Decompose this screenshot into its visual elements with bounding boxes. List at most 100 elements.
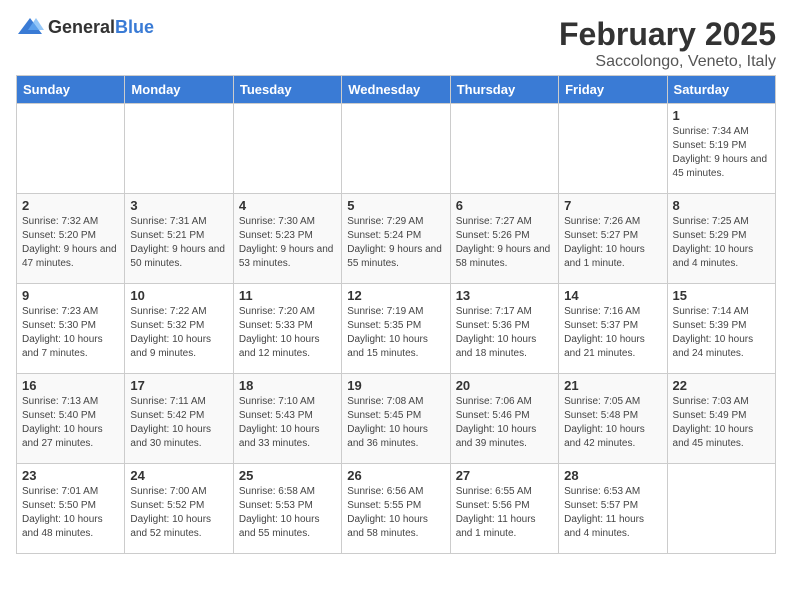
title-area: February 2025 Saccolongo, Veneto, Italy (559, 16, 776, 71)
day-info: Sunrise: 7:06 AM Sunset: 5:46 PM Dayligh… (456, 395, 553, 451)
calendar-cell: 27 Sunrise: 6:55 AM Sunset: 5:56 PM Dayli… (450, 464, 558, 554)
day-number: 22 (673, 378, 770, 393)
calendar-cell: 13 Sunrise: 7:17 AM Sunset: 5:36 PM Dayli… (450, 284, 558, 374)
day-number: 25 (239, 468, 336, 483)
calendar-cell: 1 Sunrise: 7:34 AM Sunset: 5:19 PM Daylig… (667, 104, 775, 194)
day-number: 11 (239, 288, 336, 303)
day-number: 5 (347, 198, 444, 213)
day-number: 7 (564, 198, 661, 213)
day-info: Sunrise: 7:29 AM Sunset: 5:24 PM Dayligh… (347, 215, 444, 271)
calendar-cell: 17 Sunrise: 7:11 AM Sunset: 5:42 PM Dayli… (125, 374, 233, 464)
calendar-table: SundayMondayTuesdayWednesdayThursdayFrid… (16, 75, 776, 554)
calendar-cell: 4Sunrise: 7:30 AM Sunset: 5:23 PM Daylig… (233, 194, 341, 284)
calendar-cell: 2 Sunrise: 7:32 AM Sunset: 5:20 PM Daylig… (17, 194, 125, 284)
day-info: Sunrise: 7:22 AM Sunset: 5:32 PM Dayligh… (130, 305, 227, 361)
calendar-header: SundayMondayTuesdayWednesdayThursdayFrid… (17, 76, 776, 104)
calendar-cell: 19 Sunrise: 7:08 AM Sunset: 5:45 PM Dayli… (342, 374, 450, 464)
calendar-cell: 10 Sunrise: 7:22 AM Sunset: 5:32 PM Dayli… (125, 284, 233, 374)
day-number: 2 (22, 198, 119, 213)
day-info: Sunrise: 7:13 AM Sunset: 5:40 PM Dayligh… (22, 395, 119, 451)
day-info: Sunrise: 7:23 AM Sunset: 5:30 PM Dayligh… (22, 305, 119, 361)
day-number: 3 (130, 198, 227, 213)
day-info: Sunrise: 7:14 AM Sunset: 5:39 PM Dayligh… (673, 305, 770, 361)
day-info: Sunrise: 7:25 AM Sunset: 5:29 PM Dayligh… (673, 215, 770, 271)
logo-general: General (48, 17, 115, 37)
day-number: 27 (456, 468, 553, 483)
day-number: 16 (22, 378, 119, 393)
calendar-cell: 28Sunrise: 6:53 AM Sunset: 5:57 PM Dayli… (559, 464, 667, 554)
day-number: 12 (347, 288, 444, 303)
logo-blue: Blue (115, 17, 154, 37)
week-row-1: 2 Sunrise: 7:32 AM Sunset: 5:20 PM Daylig… (17, 194, 776, 284)
calendar-cell: 18Sunrise: 7:10 AM Sunset: 5:43 PM Dayli… (233, 374, 341, 464)
calendar-cell: 6Sunrise: 7:27 AM Sunset: 5:26 PM Daylig… (450, 194, 558, 284)
calendar-cell: 7 Sunrise: 7:26 AM Sunset: 5:27 PM Daylig… (559, 194, 667, 284)
header-day-friday: Friday (559, 76, 667, 104)
day-info: Sunrise: 7:32 AM Sunset: 5:20 PM Dayligh… (22, 215, 119, 271)
calendar-cell: 20 Sunrise: 7:06 AM Sunset: 5:46 PM Dayli… (450, 374, 558, 464)
day-number: 17 (130, 378, 227, 393)
calendar-cell: 26Sunrise: 6:56 AM Sunset: 5:55 PM Dayli… (342, 464, 450, 554)
header-day-saturday: Saturday (667, 76, 775, 104)
calendar-cell: 14 Sunrise: 7:16 AM Sunset: 5:37 PM Dayli… (559, 284, 667, 374)
day-number: 4 (239, 198, 336, 213)
day-number: 13 (456, 288, 553, 303)
day-info: Sunrise: 7:08 AM Sunset: 5:45 PM Dayligh… (347, 395, 444, 451)
calendar-cell (125, 104, 233, 194)
day-number: 28 (564, 468, 661, 483)
day-number: 10 (130, 288, 227, 303)
logo-icon (16, 16, 44, 38)
calendar-cell (667, 464, 775, 554)
day-number: 9 (22, 288, 119, 303)
day-info: Sunrise: 7:11 AM Sunset: 5:42 PM Dayligh… (130, 395, 227, 451)
week-row-0: 1 Sunrise: 7:34 AM Sunset: 5:19 PM Daylig… (17, 104, 776, 194)
header-day-tuesday: Tuesday (233, 76, 341, 104)
week-row-2: 9 Sunrise: 7:23 AM Sunset: 5:30 PM Daylig… (17, 284, 776, 374)
week-row-4: 23Sunrise: 7:01 AM Sunset: 5:50 PM Dayli… (17, 464, 776, 554)
calendar-cell: 22 Sunrise: 7:03 AM Sunset: 5:49 PM Dayli… (667, 374, 775, 464)
calendar-cell (17, 104, 125, 194)
calendar-cell: 16 Sunrise: 7:13 AM Sunset: 5:40 PM Dayli… (17, 374, 125, 464)
day-number: 15 (673, 288, 770, 303)
calendar-cell: 24Sunrise: 7:00 AM Sunset: 5:52 PM Dayli… (125, 464, 233, 554)
day-number: 18 (239, 378, 336, 393)
day-number: 26 (347, 468, 444, 483)
calendar-title: February 2025 (559, 16, 776, 53)
header-day-thursday: Thursday (450, 76, 558, 104)
day-number: 20 (456, 378, 553, 393)
calendar-cell (233, 104, 341, 194)
day-number: 6 (456, 198, 553, 213)
calendar-cell: 8 Sunrise: 7:25 AM Sunset: 5:29 PM Daylig… (667, 194, 775, 284)
day-info: Sunrise: 7:16 AM Sunset: 5:37 PM Dayligh… (564, 305, 661, 361)
calendar-cell: 15 Sunrise: 7:14 AM Sunset: 5:39 PM Dayli… (667, 284, 775, 374)
calendar-cell: 12Sunrise: 7:19 AM Sunset: 5:35 PM Dayli… (342, 284, 450, 374)
day-info: Sunrise: 7:17 AM Sunset: 5:36 PM Dayligh… (456, 305, 553, 361)
day-info: Sunrise: 7:34 AM Sunset: 5:19 PM Dayligh… (673, 125, 770, 181)
calendar-cell: 23Sunrise: 7:01 AM Sunset: 5:50 PM Dayli… (17, 464, 125, 554)
day-number: 14 (564, 288, 661, 303)
logo-text: GeneralBlue (48, 17, 154, 38)
calendar-cell (450, 104, 558, 194)
calendar-cell: 11 Sunrise: 7:20 AM Sunset: 5:33 PM Dayli… (233, 284, 341, 374)
calendar-cell: 9 Sunrise: 7:23 AM Sunset: 5:30 PM Daylig… (17, 284, 125, 374)
day-info: Sunrise: 7:20 AM Sunset: 5:33 PM Dayligh… (239, 305, 336, 361)
logo: GeneralBlue (16, 16, 154, 38)
day-number: 1 (673, 108, 770, 123)
day-info: Sunrise: 7:26 AM Sunset: 5:27 PM Dayligh… (564, 215, 661, 271)
day-number: 21 (564, 378, 661, 393)
day-number: 8 (673, 198, 770, 213)
header-row: SundayMondayTuesdayWednesdayThursdayFrid… (17, 76, 776, 104)
day-info: Sunrise: 6:55 AM Sunset: 5:56 PM Dayligh… (456, 485, 553, 541)
header-day-sunday: Sunday (17, 76, 125, 104)
day-info: Sunrise: 7:03 AM Sunset: 5:49 PM Dayligh… (673, 395, 770, 451)
calendar-body: 1 Sunrise: 7:34 AM Sunset: 5:19 PM Daylig… (17, 104, 776, 554)
day-number: 23 (22, 468, 119, 483)
calendar-cell (559, 104, 667, 194)
calendar-cell (342, 104, 450, 194)
calendar-cell: 3Sunrise: 7:31 AM Sunset: 5:21 PM Daylig… (125, 194, 233, 284)
day-info: Sunrise: 7:05 AM Sunset: 5:48 PM Dayligh… (564, 395, 661, 451)
header: GeneralBlue February 2025 Saccolongo, Ve… (16, 16, 776, 71)
day-info: Sunrise: 7:00 AM Sunset: 5:52 PM Dayligh… (130, 485, 227, 541)
header-day-wednesday: Wednesday (342, 76, 450, 104)
day-number: 19 (347, 378, 444, 393)
